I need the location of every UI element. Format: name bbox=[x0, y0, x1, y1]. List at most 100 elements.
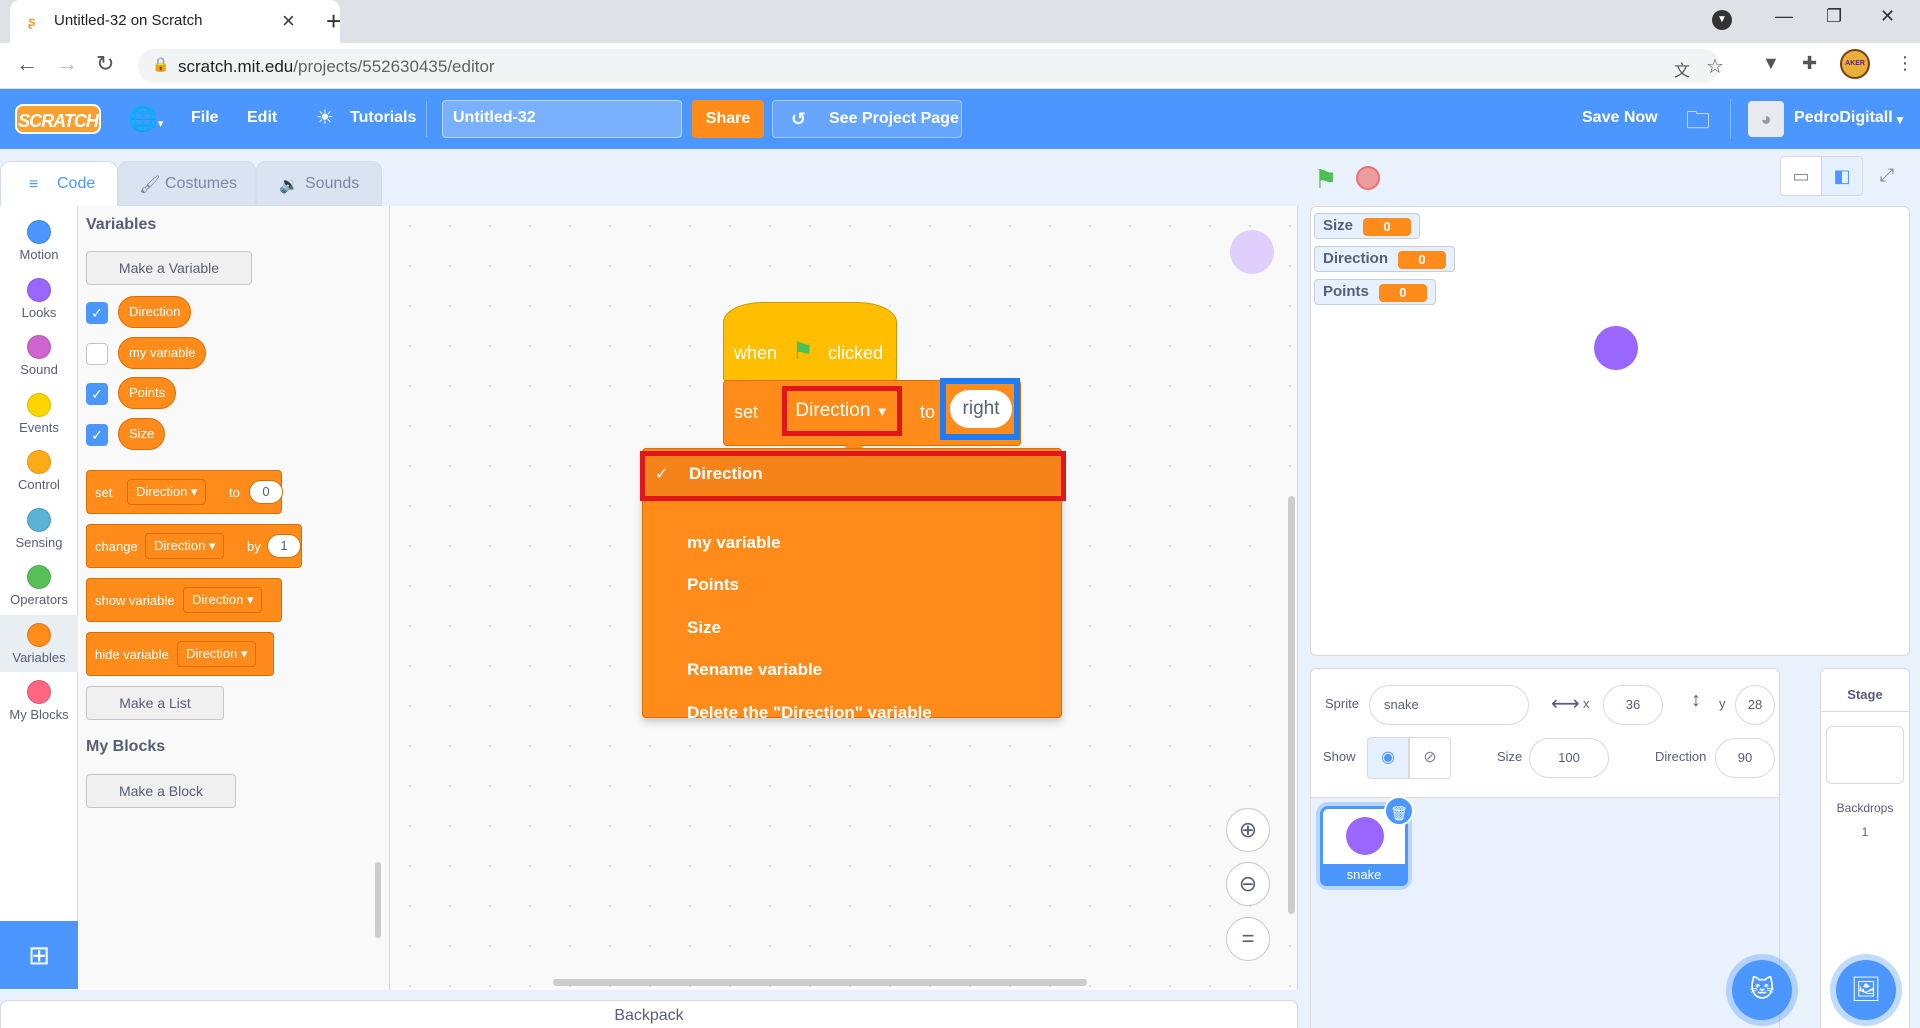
url-field[interactable]: 🔒 scratch.mit.edu/projects/552630435/edi… bbox=[138, 49, 1724, 83]
my-variable-checkbox[interactable] bbox=[86, 343, 108, 365]
browser-tab[interactable]: ʂ Untitled-32 on Scratch × bbox=[10, 0, 340, 43]
make-block-button[interactable]: Make a Block bbox=[86, 774, 236, 808]
category-variables[interactable]: Variables bbox=[0, 615, 78, 672]
dropdown-item-my-variable[interactable]: my variable bbox=[687, 533, 781, 553]
close-tab-icon[interactable]: × bbox=[282, 8, 295, 34]
extensions-puzzle-icon[interactable]: ✚ bbox=[1802, 53, 1817, 74]
stage-sprite-snake[interactable] bbox=[1594, 326, 1638, 370]
value-input[interactable]: right bbox=[950, 390, 1012, 428]
value-input-highlighted[interactable]: right bbox=[940, 378, 1020, 440]
tab-costumes[interactable]: 🖌 Costumes bbox=[118, 161, 256, 206]
when-flag-clicked-block[interactable]: when ⚑ clicked bbox=[723, 302, 897, 382]
sprite-name-input[interactable]: snake bbox=[1369, 685, 1529, 725]
variable-direction[interactable]: Direction bbox=[118, 296, 192, 328]
set-block-value-input[interactable]: 0 bbox=[249, 480, 283, 504]
set-variable-block[interactable]: set Direction ▾ to 0 bbox=[86, 470, 283, 514]
monitor-direction[interactable]: Direction 0 bbox=[1314, 246, 1456, 272]
small-stage-icon[interactable]: ▭ bbox=[1780, 156, 1822, 196]
horizontal-scrollbar[interactable] bbox=[553, 979, 1087, 986]
x-input[interactable]: 36 bbox=[1603, 685, 1663, 725]
minimize-icon[interactable]: — bbox=[1775, 6, 1793, 27]
direction-checkbox[interactable]: ✓ bbox=[86, 302, 108, 324]
category-my-blocks[interactable]: My Blocks bbox=[0, 672, 78, 729]
vertical-scrollbar[interactable] bbox=[1288, 496, 1295, 914]
save-now-button[interactable]: Save Now bbox=[1582, 109, 1658, 127]
dropdown-item-direction-highlighted[interactable]: ✓ Direction bbox=[640, 451, 1066, 501]
project-title-input[interactable]: Untitled-32 bbox=[442, 100, 682, 138]
stop-icon[interactable] bbox=[1356, 166, 1380, 190]
scratch-logo[interactable]: SCRATCH bbox=[15, 104, 101, 134]
zoom-in-icon[interactable]: ⊕ bbox=[1226, 808, 1270, 852]
hide-eye-icon[interactable]: ⊘ bbox=[1409, 737, 1451, 779]
green-flag-run-icon[interactable]: ⚑ bbox=[1314, 164, 1337, 195]
chrome-menu-icon[interactable]: ⋮ bbox=[1896, 53, 1914, 74]
palette-scrollbar[interactable] bbox=[375, 862, 381, 938]
change-variable-block[interactable]: change Direction ▾ by 1 bbox=[86, 524, 302, 568]
edit-menu[interactable]: Edit bbox=[247, 109, 277, 127]
category-looks[interactable]: Looks bbox=[0, 270, 78, 327]
user-avatar[interactable]: ◕ bbox=[1748, 101, 1784, 137]
monitor-size[interactable]: Size 0 bbox=[1314, 213, 1421, 239]
points-checkbox[interactable]: ✓ bbox=[86, 383, 108, 405]
forward-icon[interactable]: → bbox=[56, 51, 78, 77]
add-extension-icon[interactable]: ⊞ bbox=[0, 921, 78, 989]
new-tab-icon[interactable]: + bbox=[326, 6, 341, 37]
monitor-points[interactable]: Points 0 bbox=[1314, 279, 1436, 305]
tab-search-icon[interactable]: ▼ bbox=[1712, 10, 1732, 30]
stage-thumbnail[interactable] bbox=[1826, 726, 1904, 784]
dropdown-item-points[interactable]: Points bbox=[687, 575, 739, 595]
variable-points[interactable]: Points bbox=[118, 377, 177, 409]
tutorials-menu[interactable]: Tutorials bbox=[350, 109, 416, 127]
category-motion[interactable]: Motion bbox=[0, 212, 78, 269]
stage-canvas[interactable] bbox=[1310, 206, 1910, 656]
tab-sounds[interactable]: 🔉 Sounds bbox=[256, 161, 382, 206]
show-eye-icon[interactable]: ◉ bbox=[1367, 737, 1409, 779]
category-operators[interactable]: Operators bbox=[0, 557, 78, 614]
variable-dropdown-highlighted[interactable]: Direction ▼ bbox=[782, 386, 902, 436]
language-globe-icon[interactable]: 🌐▾ bbox=[128, 105, 163, 134]
make-list-button[interactable]: Make a List bbox=[86, 686, 224, 720]
show-variable-block[interactable]: show variable Direction ▾ bbox=[86, 578, 282, 622]
delete-sprite-trash-icon[interactable]: 🗑 bbox=[1384, 796, 1414, 826]
reload-icon[interactable]: ↻ bbox=[96, 51, 114, 77]
direction-input[interactable]: 90 bbox=[1715, 738, 1775, 778]
my-stuff-folder-icon[interactable]: 🗀 bbox=[1686, 103, 1710, 144]
change-block-value-input[interactable]: 1 bbox=[267, 534, 301, 558]
category-events[interactable]: Events bbox=[0, 385, 78, 442]
extension-funnel-icon[interactable]: ▼ bbox=[1762, 53, 1780, 74]
y-input[interactable]: 28 bbox=[1735, 685, 1775, 725]
dropdown-item-delete[interactable]: Delete the "Direction" variable bbox=[687, 703, 932, 723]
bookmark-star-icon[interactable]: ☆ bbox=[1706, 54, 1724, 79]
size-checkbox[interactable]: ✓ bbox=[86, 424, 108, 446]
choose-sprite-cat-icon[interactable]: 🐱 bbox=[1732, 960, 1792, 1020]
hide-variable-block[interactable]: hide variable Direction ▾ bbox=[86, 632, 274, 676]
close-window-icon[interactable]: ✕ bbox=[1880, 6, 1895, 27]
zoom-out-icon[interactable]: ⊖ bbox=[1226, 862, 1270, 906]
hide-block-var-dropdown[interactable]: Direction ▾ bbox=[177, 641, 257, 667]
category-sound[interactable]: Sound bbox=[0, 327, 78, 384]
show-block-var-dropdown[interactable]: Direction ▾ bbox=[183, 587, 263, 613]
share-button[interactable]: Share bbox=[692, 100, 764, 138]
make-variable-button[interactable]: Make a Variable bbox=[86, 251, 252, 285]
fullscreen-icon[interactable]: ⤢ bbox=[1866, 156, 1908, 196]
tab-code[interactable]: ≡ Code bbox=[0, 161, 118, 207]
category-sensing[interactable]: Sensing bbox=[0, 500, 78, 557]
see-project-page-button[interactable]: ↺ See Project Page bbox=[772, 100, 962, 138]
category-control[interactable]: Control bbox=[0, 442, 78, 499]
zoom-reset-icon[interactable]: = bbox=[1226, 917, 1270, 961]
variable-my-variable[interactable]: my variable bbox=[118, 337, 207, 369]
dropdown-item-size[interactable]: Size bbox=[687, 618, 721, 638]
restore-icon[interactable]: ❐ bbox=[1826, 6, 1842, 27]
normal-stage-icon[interactable]: ◧ bbox=[1821, 156, 1863, 196]
username-menu[interactable]: PedroDigitall bbox=[1794, 109, 1893, 127]
size-input[interactable]: 100 bbox=[1529, 738, 1609, 778]
backpack-bar[interactable]: Backpack bbox=[0, 1000, 1298, 1028]
file-menu[interactable]: File bbox=[191, 109, 219, 127]
back-icon[interactable]: ← bbox=[16, 51, 38, 77]
set-block-var-dropdown[interactable]: Direction ▾ bbox=[127, 479, 207, 505]
translate-icon[interactable]: 文 bbox=[1674, 57, 1690, 81]
profile-avatar[interactable]: AKER bbox=[1840, 49, 1870, 79]
dropdown-item-rename[interactable]: Rename variable bbox=[687, 660, 822, 680]
change-block-var-dropdown[interactable]: Direction ▾ bbox=[145, 533, 225, 559]
variable-size[interactable]: Size bbox=[118, 418, 166, 450]
